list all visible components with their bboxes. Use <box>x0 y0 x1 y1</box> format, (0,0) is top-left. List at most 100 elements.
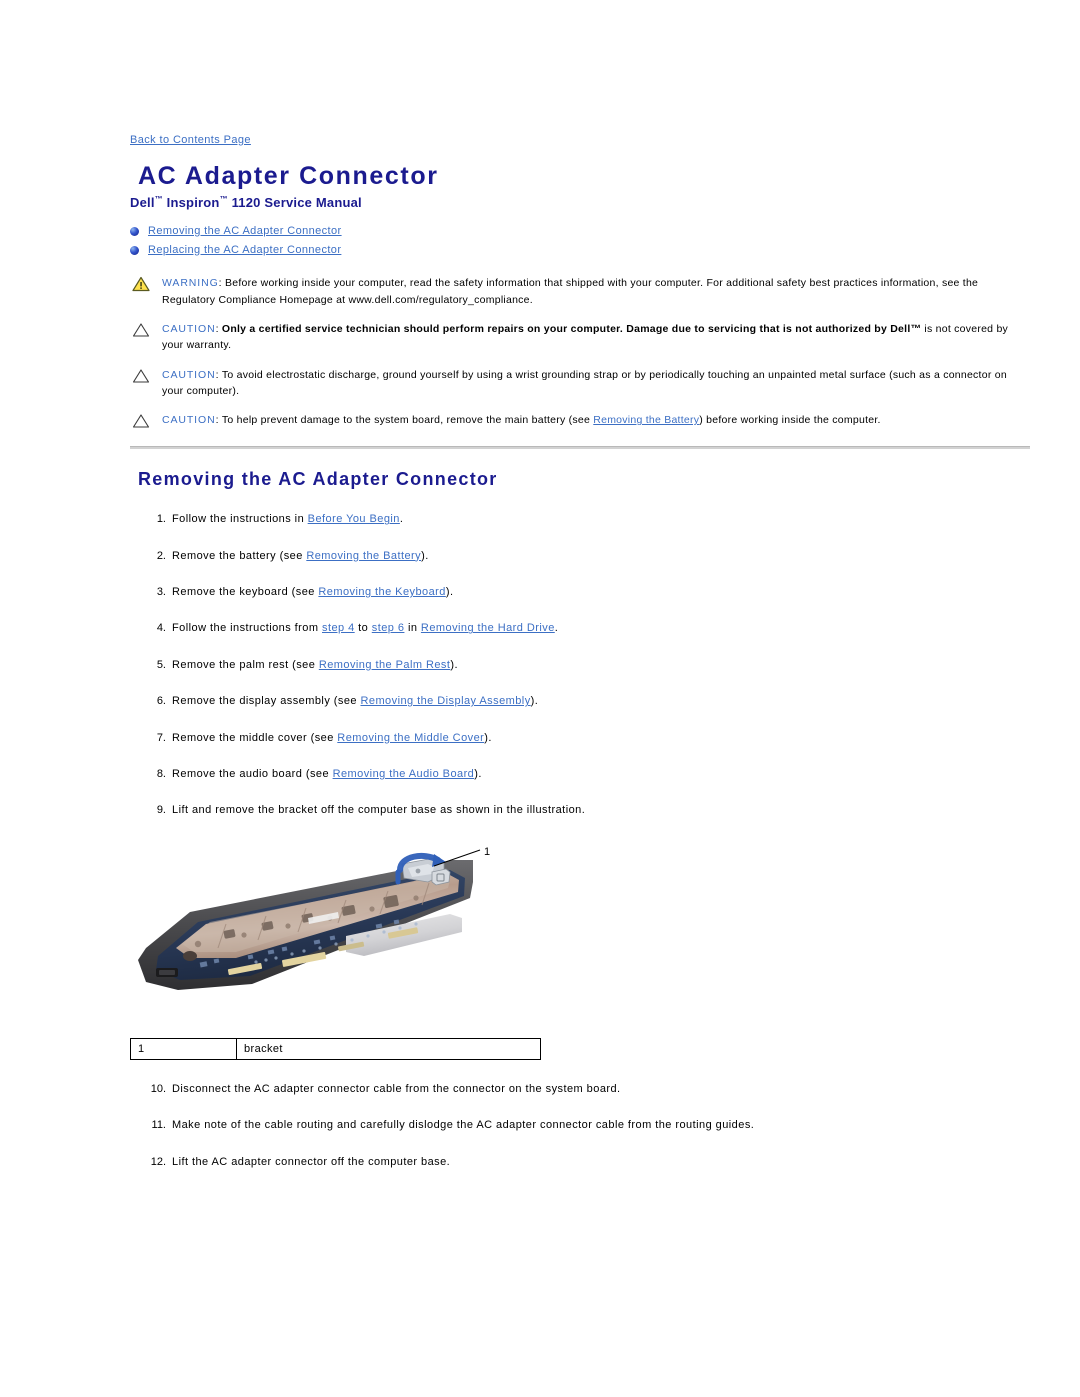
document-page: Back to Contents Page AC Adapter Connect… <box>0 0 1080 1397</box>
page-subtitle: Dell™ Inspiron™ 1120 Service Manual <box>130 195 1030 210</box>
removing-the-display-assembly-link[interactable]: Removing the Display Assembly <box>360 695 530 707</box>
step-text-before: Follow the instructions from <box>172 622 322 635</box>
step-number: 3. <box>156 586 166 599</box>
step-6-link[interactable]: step 6 <box>372 622 405 634</box>
back-to-contents-link[interactable]: Back to Contents Page <box>130 134 251 146</box>
step-number: 10. <box>150 1082 166 1095</box>
step-5: 5. Remove the palm rest (see Removing the… <box>130 658 1030 673</box>
step-number: 12. <box>150 1155 166 1168</box>
step-number: 6. <box>156 695 166 708</box>
trademark-icon: ™ <box>154 194 163 204</box>
subtitle-inspiron: Inspiron <box>162 194 220 210</box>
legend-number: 1 <box>130 1037 237 1060</box>
bullet-ball-icon <box>130 245 139 255</box>
topic-link-replacing[interactable]: Replacing the AC Adapter Connector <box>148 244 341 256</box>
caution-label: CAUTION <box>162 368 216 381</box>
document-content: Back to Contents Page AC Adapter Connect… <box>130 130 1030 1191</box>
step-11: 11. Make note of the cable routing and ca… <box>130 1118 1030 1133</box>
caution-triangle-icon <box>132 368 150 384</box>
step-9: 9. Lift and remove the bracket off the co… <box>130 803 1030 818</box>
callout-1: 1 <box>484 845 491 858</box>
removing-the-battery-link[interactable]: Removing the Battery <box>306 550 421 562</box>
step-8: 8. Remove the audio board (see Removing t… <box>130 767 1030 782</box>
step-number: 8. <box>156 768 166 781</box>
step-text-mid2: in <box>404 622 421 635</box>
step-10: 10. Disconnect the AC adapter connector c… <box>130 1082 1030 1097</box>
step-1: 1. Follow the instructions in Before You … <box>130 512 1030 527</box>
table-row: 1 bracket <box>130 1037 541 1060</box>
step-text-before: Remove the battery (see <box>172 549 307 562</box>
step-text-after: ). <box>445 586 454 599</box>
step-2: 2. Remove the battery (see Removing the B… <box>130 549 1030 564</box>
step-text: Lift the AC adapter connector off the co… <box>172 1155 451 1168</box>
caution-note-esd: CAUTION: To avoid electrostatic discharg… <box>130 367 1030 400</box>
step-text-after: ). <box>421 549 429 562</box>
step-text-mid: to <box>354 622 372 635</box>
step-number: 1. <box>156 513 166 526</box>
removing-the-keyboard-link[interactable]: Removing the Keyboard <box>318 586 445 598</box>
removing-the-palm-rest-link[interactable]: Removing the Palm Rest <box>319 659 451 671</box>
warning-text: Before working inside your computer, rea… <box>162 277 979 306</box>
figure-computer-base: 1 <box>132 840 492 1022</box>
step-text-after: ). <box>484 731 492 744</box>
step-number: 7. <box>156 731 166 744</box>
warning-triangle-icon <box>132 276 150 292</box>
caution-triangle-icon <box>132 322 150 338</box>
warning-label: WARNING <box>162 277 219 290</box>
step-3: 3. Remove the keyboard (see Removing the … <box>130 585 1030 600</box>
legend-name: bracket <box>236 1037 541 1060</box>
caution-text-before: To help prevent damage to the system boa… <box>221 414 594 427</box>
step-12: 12. Lift the AC adapter connector off the… <box>130 1155 1030 1170</box>
step-number: 5. <box>156 658 166 671</box>
procedure-steps: 1. Follow the instructions in Before You … <box>130 512 1030 819</box>
step-text-before: Remove the middle cover (see <box>172 731 338 744</box>
step-text-after: . <box>399 513 404 526</box>
step-text-before: Remove the keyboard (see <box>172 586 319 599</box>
subtitle-model: 1120 Service Manual <box>227 194 362 210</box>
trademark-icon: ™ <box>219 194 228 204</box>
horizontal-divider <box>130 446 1030 450</box>
caution-text-bold: Only a certified service technician shou… <box>221 322 922 335</box>
step-text-before: Remove the palm rest (see <box>172 658 319 671</box>
step-text-after: . <box>554 622 559 635</box>
removing-the-middle-cover-link[interactable]: Removing the Middle Cover <box>337 732 484 744</box>
caution-triangle-icon <box>132 413 150 429</box>
step-6: 6. Remove the display assembly (see Remov… <box>130 694 1030 709</box>
figure-legend-table: 1 bracket <box>130 1037 541 1060</box>
topic-link-removing[interactable]: Removing the AC Adapter Connector <box>148 225 342 237</box>
caution-label: CAUTION <box>162 414 216 427</box>
removing-the-hard-drive-link[interactable]: Removing the Hard Drive <box>421 622 555 634</box>
procedure-steps-continued: 10. Disconnect the AC adapter connector c… <box>130 1082 1030 1170</box>
caution-text: To avoid electrostatic discharge, ground… <box>162 368 1007 397</box>
step-text-after: ). <box>530 695 539 708</box>
list-item: Removing the AC Adapter Connector <box>130 224 1030 239</box>
step-number: 2. <box>156 549 166 562</box>
caution-text-after: ) before working inside the computer. <box>699 414 881 427</box>
callout-leader-line <box>433 849 481 867</box>
step-number: 4. <box>156 622 166 635</box>
section-title: Removing the AC Adapter Connector <box>138 469 498 490</box>
caution-label: CAUTION <box>162 322 216 335</box>
step-text-before: Follow the instructions in <box>172 513 308 526</box>
step-text-after: ). <box>474 768 482 781</box>
step-4-link[interactable]: step 4 <box>322 622 355 634</box>
removing-the-audio-board-link[interactable]: Removing the Audio Board <box>333 768 475 780</box>
step-text-before: Remove the audio board (see <box>172 768 333 781</box>
step-text-before: Remove the display assembly (see <box>172 695 361 708</box>
step-4: 4. Follow the instructions from step 4 to… <box>130 621 1030 636</box>
step-number: 11. <box>151 1119 166 1132</box>
before-you-begin-link[interactable]: Before You Begin <box>308 513 400 525</box>
list-item: Replacing the AC Adapter Connector <box>130 243 1030 258</box>
caution-note-battery: CAUTION: To help prevent damage to the s… <box>130 412 1030 428</box>
warning-note: WARNING: Before working inside your comp… <box>130 275 1030 308</box>
step-text-after: ). <box>450 658 458 671</box>
topic-list: Removing the AC Adapter Connector Replac… <box>130 224 1030 258</box>
removing-the-battery-link[interactable]: Removing the Battery <box>593 414 699 426</box>
subtitle-dell: Dell <box>130 194 155 210</box>
figure-photo <box>132 851 477 1012</box>
step-text: Disconnect the AC adapter connector cabl… <box>172 1082 621 1095</box>
caution-note-certified-technician: CAUTION: Only a certified service techni… <box>130 321 1030 354</box>
step-7: 7. Remove the middle cover (see Removing … <box>130 731 1030 746</box>
step-number: 9. <box>156 804 166 817</box>
bullet-ball-icon <box>130 226 139 236</box>
